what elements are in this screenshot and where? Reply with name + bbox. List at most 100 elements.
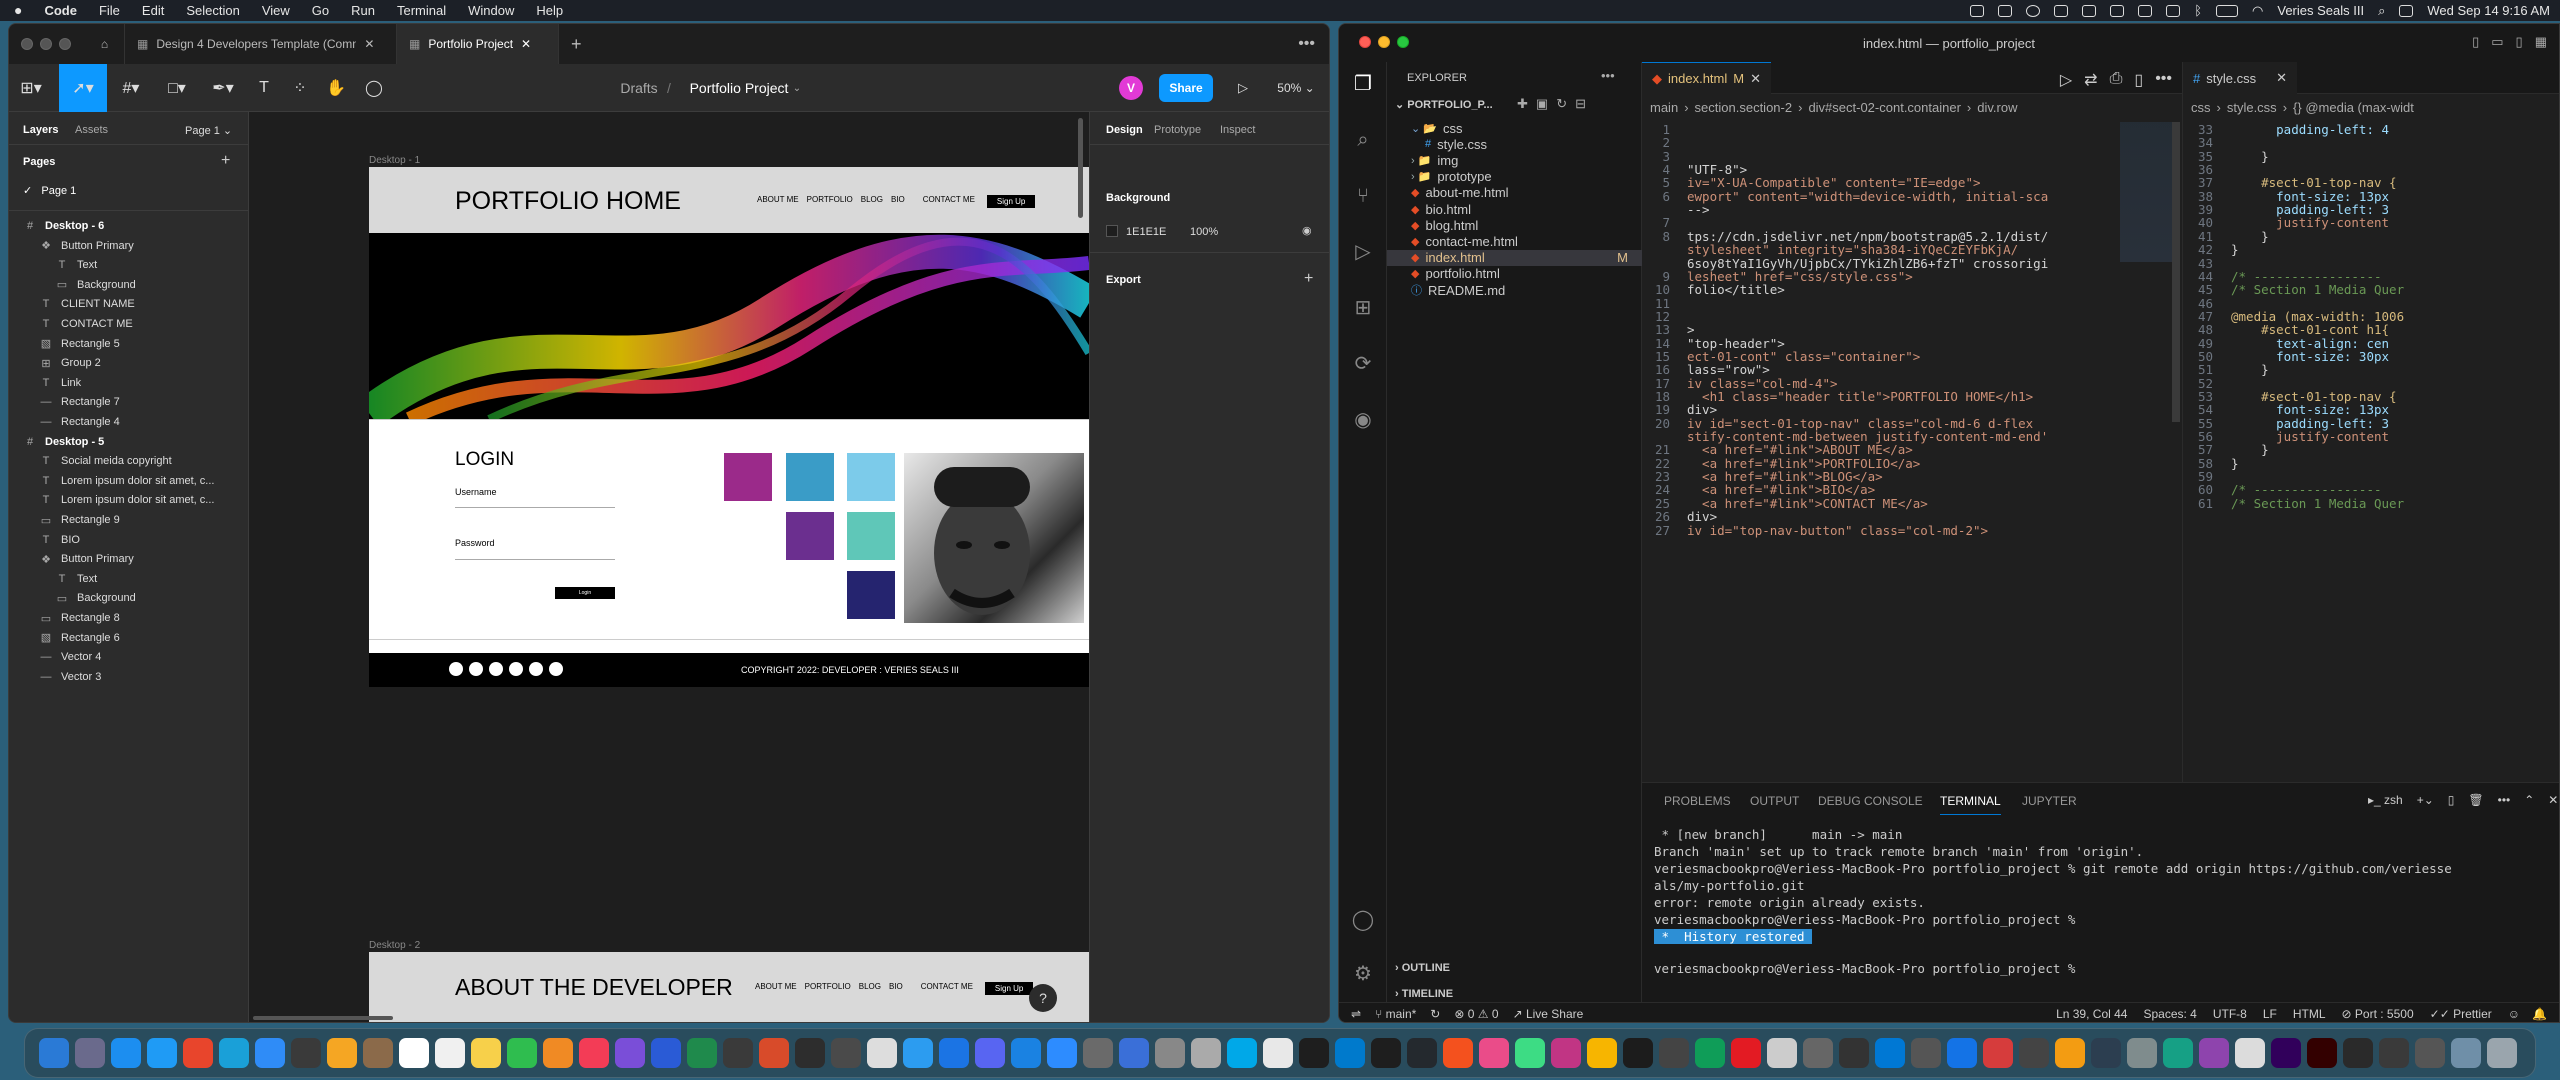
accounts-icon[interactable]: ☺	[2508, 1007, 2520, 1021]
more-icon[interactable]: •••	[2155, 70, 2172, 90]
breadcrumb-item[interactable]: {} @media (max-widt	[2293, 100, 2414, 115]
frame-desktop-2[interactable]: ABOUT THE DEVELOPER ABOUT ME PORTFOLIO B…	[369, 952, 1089, 1022]
app-icon[interactable]	[2127, 1038, 2157, 1068]
remote-explorer-icon[interactable]: ⟳	[1351, 352, 1375, 376]
minimize-window-button[interactable]	[40, 38, 52, 50]
panel-tab-debug-console[interactable]: DEBUG CONSOLE	[1818, 783, 1923, 819]
run-icon[interactable]: ▷	[2060, 70, 2072, 90]
file-tree-item[interactable]: ◆ portfolio.html	[1387, 266, 1642, 282]
chevron-down-icon[interactable]: ⌄	[791, 64, 803, 112]
app-icon[interactable]	[1479, 1038, 1509, 1068]
menu-selection[interactable]: Selection	[175, 0, 250, 21]
breadcrumb-item[interactable]: div#sect-02-cont.container	[1808, 100, 1960, 115]
compare-icon[interactable]: ⇄	[2084, 70, 2097, 90]
layer-row[interactable]: ❖ Button Primary	[9, 236, 249, 256]
file-tree-item[interactable]: # style.css	[1387, 136, 1642, 152]
terminal-app-icon[interactable]	[723, 1038, 753, 1068]
user-name[interactable]: Veries Seals III	[2277, 3, 2364, 18]
branch-status[interactable]: ⑂ main*	[1375, 1007, 1416, 1021]
app-icon[interactable]	[1731, 1038, 1761, 1068]
file-tree-item[interactable]: › 📁 prototype	[1387, 169, 1642, 185]
background-hex[interactable]: 1E1E1E	[1126, 226, 1166, 238]
refresh-icon[interactable]: ↻	[1556, 96, 1567, 112]
app-icon[interactable]	[1263, 1038, 1293, 1068]
file-tree-item[interactable]: ⌄ 📂 css	[1387, 120, 1642, 136]
problems-status[interactable]: ⊗ 0 ⚠ 0	[1454, 1007, 1498, 1021]
toggle-panel-icon[interactable]: ▭	[2491, 34, 2503, 50]
downloads-icon[interactable]	[2451, 1038, 2481, 1068]
layer-row[interactable]: ▭ Rectangle 8	[9, 608, 249, 628]
outline-section[interactable]: › OUTLINE	[1395, 962, 1450, 974]
close-icon[interactable]: ✕	[364, 37, 374, 51]
android-studio-icon[interactable]	[1515, 1038, 1545, 1068]
status-icon[interactable]	[2138, 4, 2153, 17]
status-icon[interactable]	[2110, 4, 2125, 17]
app-icon[interactable]	[2055, 1038, 2085, 1068]
background-opacity[interactable]: 100%	[1190, 226, 1218, 238]
app-icon[interactable]	[2091, 1038, 2121, 1068]
prettier-status[interactable]: ✓✓ Prettier	[2430, 1007, 2492, 1021]
menu-run[interactable]: Run	[340, 0, 386, 21]
app-store-icon[interactable]	[111, 1038, 141, 1068]
tab-prototype[interactable]: Prototype	[1154, 124, 1201, 136]
finder-icon[interactable]	[39, 1038, 69, 1068]
status-icon[interactable]	[1998, 4, 2013, 17]
home-tab[interactable]: ⌂	[85, 24, 125, 64]
help-button[interactable]: ?	[1029, 984, 1057, 1012]
components-icon[interactable]: ⁘	[285, 64, 315, 112]
books-icon[interactable]	[543, 1038, 573, 1068]
app-icon[interactable]	[1443, 1038, 1473, 1068]
menu-help[interactable]: Help	[525, 0, 574, 21]
tab-index-html[interactable]: ◆ index.html M ✕	[1642, 62, 1771, 94]
close-window-button[interactable]	[1359, 36, 1371, 48]
layer-row[interactable]: ▭ Rectangle 9	[9, 510, 249, 530]
app-icon[interactable]	[1947, 1038, 1977, 1068]
app-icon[interactable]	[1587, 1038, 1617, 1068]
layer-row[interactable]: ▭ Background	[9, 275, 249, 295]
app-icon[interactable]	[1155, 1038, 1185, 1068]
print-icon[interactable]: ⎙	[2110, 70, 2123, 90]
tab-design[interactable]: Design	[1106, 124, 1143, 136]
podcasts-icon[interactable]	[615, 1038, 645, 1068]
terminal-shell[interactable]: ▸_ zsh	[2368, 793, 2403, 807]
split-terminal-icon[interactable]: ▯	[2448, 793, 2455, 807]
app-icon[interactable]	[1839, 1038, 1869, 1068]
calendar-icon[interactable]	[399, 1038, 429, 1068]
menu-terminal[interactable]: Terminal	[386, 0, 457, 21]
app-icon[interactable]	[2019, 1038, 2049, 1068]
app-icon[interactable]	[2415, 1038, 2445, 1068]
background-swatch[interactable]	[1106, 225, 1118, 237]
launchpad-icon[interactable]	[75, 1038, 105, 1068]
layer-row[interactable]: T Lorem ipsum dolor sit amet, c...	[9, 471, 249, 491]
split-editor-icon[interactable]: ▯	[2134, 70, 2143, 90]
app-icon[interactable]	[1083, 1038, 1113, 1068]
app-icon[interactable]	[1911, 1038, 1941, 1068]
illustrator-icon[interactable]	[2307, 1038, 2337, 1068]
page-item-1[interactable]: ✓ Page 1	[23, 184, 76, 197]
messages-icon[interactable]	[507, 1038, 537, 1068]
trash-icon[interactable]: 🗑	[2468, 793, 2483, 807]
vscode-icon[interactable]	[1335, 1038, 1365, 1068]
page-selector[interactable]: Page 1 ⌄	[185, 124, 232, 137]
layer-row[interactable]: T Text	[9, 255, 249, 275]
tab-design-template[interactable]: ▦ Design 4 Developers Template (Communit ✕	[125, 24, 397, 64]
breadcrumb-item[interactable]: style.css	[2227, 100, 2277, 115]
notes-icon[interactable]	[471, 1038, 501, 1068]
app-icon[interactable]	[1191, 1038, 1221, 1068]
collapse-all-icon[interactable]: ⊟	[1575, 96, 1586, 112]
panel-tab-jupyter[interactable]: JUPYTER	[2022, 783, 2077, 819]
live-server-port[interactable]: ⊘ Port : 5500	[2342, 1007, 2414, 1021]
calculator-icon[interactable]	[291, 1038, 321, 1068]
settings-gear-icon[interactable]: ⚙	[1351, 962, 1375, 986]
frame-desktop-1[interactable]: PORTFOLIO HOME ABOUT ME PORTFOLIO BLOG B…	[369, 167, 1089, 687]
layer-row[interactable]: T Social meida copyright	[9, 451, 249, 471]
tab-inspect[interactable]: Inspect	[1220, 124, 1255, 136]
live-share-status[interactable]: ↗ Live Share	[1513, 1007, 1584, 1021]
breadcrumb-item[interactable]: div.row	[1977, 100, 2017, 115]
new-file-icon[interactable]: ✚	[1517, 96, 1528, 112]
breadcrumb-project[interactable]: Portfolio Project	[674, 64, 804, 112]
excel-icon[interactable]	[687, 1038, 717, 1068]
rectangle-tool-icon[interactable]: □▾	[155, 64, 199, 112]
layer-row[interactable]: ❖ Button Primary	[9, 549, 249, 569]
breadcrumb-item[interactable]: section.section-2	[1695, 100, 1793, 115]
